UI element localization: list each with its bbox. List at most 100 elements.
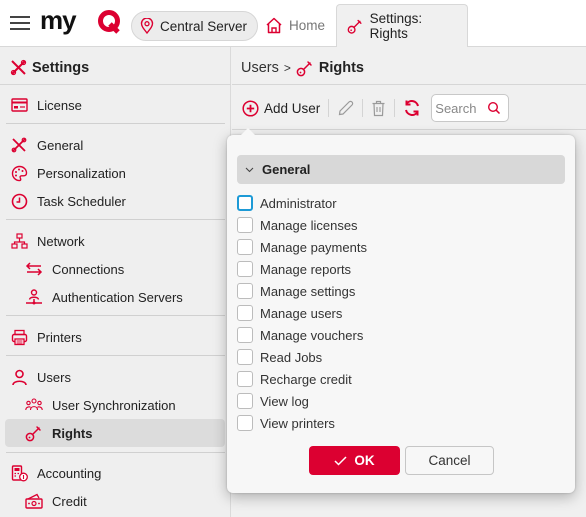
- edit-button[interactable]: [333, 95, 358, 121]
- tools-icon: [10, 136, 28, 154]
- divider: [362, 99, 364, 117]
- checkbox[interactable]: [237, 327, 253, 343]
- permission-manage-payments[interactable]: Manage payments: [237, 236, 367, 258]
- sidebar-item-users[interactable]: Users: [5, 363, 225, 391]
- permission-manage-reports[interactable]: Manage reports: [237, 258, 367, 280]
- permission-administrator[interactable]: Administrator: [237, 192, 367, 214]
- chevron-down-icon: [245, 167, 254, 172]
- checkbox[interactable]: [237, 305, 253, 321]
- server-selector[interactable]: Central Server: [131, 11, 259, 41]
- group-header-general[interactable]: General: [237, 155, 565, 184]
- permission-recharge-credit[interactable]: Recharge credit: [237, 368, 367, 390]
- add-user-button[interactable]: Add User: [238, 95, 324, 121]
- divider: [232, 129, 586, 130]
- divider: [0, 84, 231, 85]
- pencil-icon: [339, 100, 354, 115]
- accounting-icon: [10, 464, 28, 482]
- permission-view-log[interactable]: View log: [237, 390, 367, 412]
- checkbox[interactable]: [237, 415, 253, 431]
- delete-button[interactable]: [367, 95, 390, 121]
- sidebar-title: Settings: [10, 59, 89, 76]
- hamburger-menu-icon[interactable]: [10, 15, 30, 31]
- refresh-icon: [405, 100, 420, 116]
- network-icon: [10, 232, 28, 250]
- sidebar-item-general[interactable]: General: [5, 131, 225, 159]
- plus-circle-icon: [242, 99, 259, 117]
- myq-logo[interactable]: my: [40, 9, 122, 35]
- sidebar-item-authentication-servers[interactable]: Authentication Servers: [5, 283, 225, 311]
- sidebar-item-personalization[interactable]: Personalization: [5, 159, 225, 187]
- toolbar: Add User: [238, 93, 510, 123]
- permission-manage-licenses[interactable]: Manage licenses: [237, 214, 367, 236]
- sidebar-item-network[interactable]: Network: [5, 227, 225, 255]
- popup-pointer: [240, 128, 256, 136]
- top-bar: my Central Server Home Settings: Rights: [0, 0, 586, 47]
- breadcrumb-current: Rights: [318, 60, 364, 76]
- tools-icon: [10, 59, 27, 76]
- svg-text:my: my: [40, 9, 77, 35]
- printer-icon: [10, 328, 28, 346]
- key-icon: [25, 424, 43, 442]
- credit-icon: [25, 492, 43, 510]
- sidebar-item-printers[interactable]: Printers: [5, 323, 225, 351]
- refresh-button[interactable]: [399, 95, 425, 121]
- permission-list: Administrator Manage licenses Manage pay…: [237, 192, 367, 434]
- checkbox[interactable]: [237, 217, 253, 233]
- divider: [6, 452, 225, 453]
- palette-icon: [10, 164, 28, 182]
- clock-icon: [10, 192, 28, 210]
- ok-button[interactable]: OK: [309, 446, 400, 475]
- checkbox[interactable]: [237, 261, 253, 277]
- divider: [6, 219, 225, 220]
- search-box: [431, 94, 510, 122]
- checkbox[interactable]: [237, 195, 253, 211]
- tab-home-label: Home: [289, 18, 326, 33]
- cancel-button[interactable]: Cancel: [405, 446, 494, 475]
- checkbox[interactable]: [237, 349, 253, 365]
- checkbox[interactable]: [237, 371, 253, 387]
- checkmark-icon: [334, 455, 347, 466]
- divider: [232, 84, 586, 85]
- location-pin-icon: [140, 18, 154, 34]
- checkbox[interactable]: [237, 283, 253, 299]
- breadcrumb-parent[interactable]: Users: [241, 60, 279, 76]
- license-card-icon: [10, 96, 28, 114]
- sidebar-item-rights[interactable]: Rights: [5, 419, 225, 447]
- trash-icon: [372, 100, 385, 116]
- permission-manage-settings[interactable]: Manage settings: [237, 280, 367, 302]
- auth-server-icon: [25, 288, 43, 306]
- checkbox[interactable]: [237, 393, 253, 409]
- permission-manage-vouchers[interactable]: Manage vouchers: [237, 324, 367, 346]
- permission-view-printers[interactable]: View printers: [237, 412, 367, 434]
- permission-read-jobs[interactable]: Read Jobs: [237, 346, 367, 368]
- search-icon[interactable]: [487, 101, 501, 115]
- add-rights-popup: General Administrator Manage licenses Ma…: [227, 128, 575, 493]
- divider: [394, 99, 396, 117]
- arrows-exchange-icon: [25, 260, 43, 278]
- user-icon: [10, 368, 28, 386]
- settings-sidebar: Settings License General Personalization…: [0, 47, 231, 517]
- permission-manage-users[interactable]: Manage users: [237, 302, 367, 324]
- divider: [6, 123, 225, 124]
- sidebar-item-connections[interactable]: Connections: [5, 255, 225, 283]
- divider: [6, 315, 225, 316]
- sidebar-item-accounting[interactable]: Accounting: [5, 459, 225, 487]
- divider: [328, 99, 330, 117]
- tab-settings-rights-label: Settings: Rights: [369, 11, 423, 41]
- breadcrumb-separator: >: [283, 61, 291, 75]
- key-icon: [347, 19, 362, 34]
- server-label: Central Server: [160, 18, 248, 34]
- sidebar-item-task-scheduler[interactable]: Task Scheduler: [5, 187, 225, 215]
- checkbox[interactable]: [237, 239, 253, 255]
- search-input[interactable]: [435, 100, 488, 116]
- sidebar-item-license[interactable]: License: [5, 91, 225, 119]
- tab-home[interactable]: Home: [255, 4, 335, 47]
- users-group-icon: [25, 396, 43, 414]
- breadcrumb: Users > Rights: [241, 59, 364, 77]
- key-icon: [296, 61, 312, 77]
- divider: [6, 355, 225, 356]
- sidebar-item-user-synchronization[interactable]: User Synchronization: [5, 391, 225, 419]
- home-icon: [266, 17, 282, 34]
- sidebar-item-credit[interactable]: Credit: [5, 487, 225, 515]
- tab-settings-rights[interactable]: Settings: Rights: [336, 4, 468, 47]
